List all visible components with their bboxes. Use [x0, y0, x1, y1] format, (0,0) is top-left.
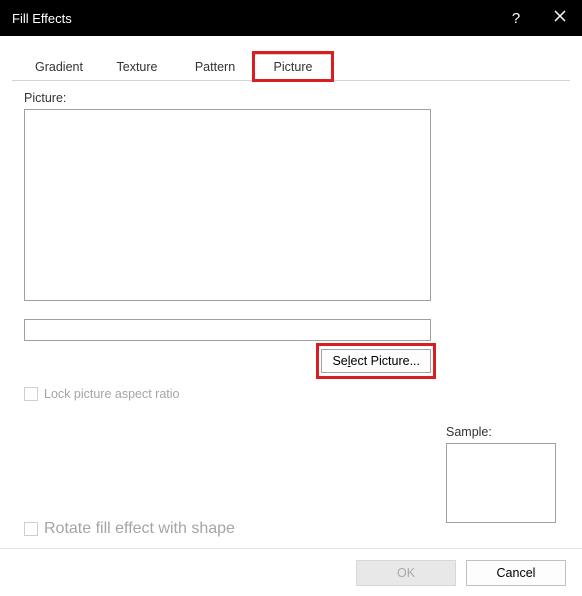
tab-texture[interactable]: Texture	[98, 54, 176, 80]
picture-filename-field[interactable]	[24, 319, 431, 341]
lock-aspect-label: Lock picture aspect ratio	[44, 387, 180, 401]
rotate-fill-label: Rotate fill effect with shape	[44, 520, 235, 538]
lock-aspect-checkbox[interactable]: Lock picture aspect ratio	[24, 387, 558, 401]
tab-picture[interactable]: Picture	[254, 54, 332, 81]
close-icon	[554, 10, 566, 22]
help-button[interactable]: ?	[494, 10, 538, 27]
close-button[interactable]	[538, 9, 582, 27]
tab-pattern[interactable]: Pattern	[176, 54, 254, 80]
picture-panel: Picture: Select Picture... Lock picture …	[12, 81, 570, 401]
tab-gradient[interactable]: Gradient	[20, 54, 98, 80]
titlebar-controls: ?	[494, 0, 582, 36]
sample-label: Sample:	[446, 425, 556, 439]
select-picture-row: Select Picture...	[24, 349, 431, 373]
titlebar-title: Fill Effects	[12, 11, 494, 26]
tab-picture-label: Picture	[274, 60, 313, 74]
tabs: Gradient Texture Pattern Picture	[12, 54, 570, 81]
checkbox-icon	[24, 387, 38, 401]
sample-preview	[446, 443, 556, 523]
dialog-content: Gradient Texture Pattern Picture Picture…	[0, 36, 582, 417]
picture-section-label: Picture:	[24, 91, 558, 105]
picture-preview-area	[24, 109, 431, 301]
rotate-fill-checkbox[interactable]: Rotate fill effect with shape	[24, 520, 235, 538]
ok-button: OK	[356, 560, 456, 586]
select-picture-button[interactable]: Select Picture...	[321, 349, 431, 373]
dialog-footer: OK Cancel	[0, 548, 582, 596]
checkbox-icon	[24, 522, 38, 536]
titlebar: Fill Effects ?	[0, 0, 582, 36]
sample-section: Sample:	[446, 425, 556, 523]
cancel-button[interactable]: Cancel	[466, 560, 566, 586]
